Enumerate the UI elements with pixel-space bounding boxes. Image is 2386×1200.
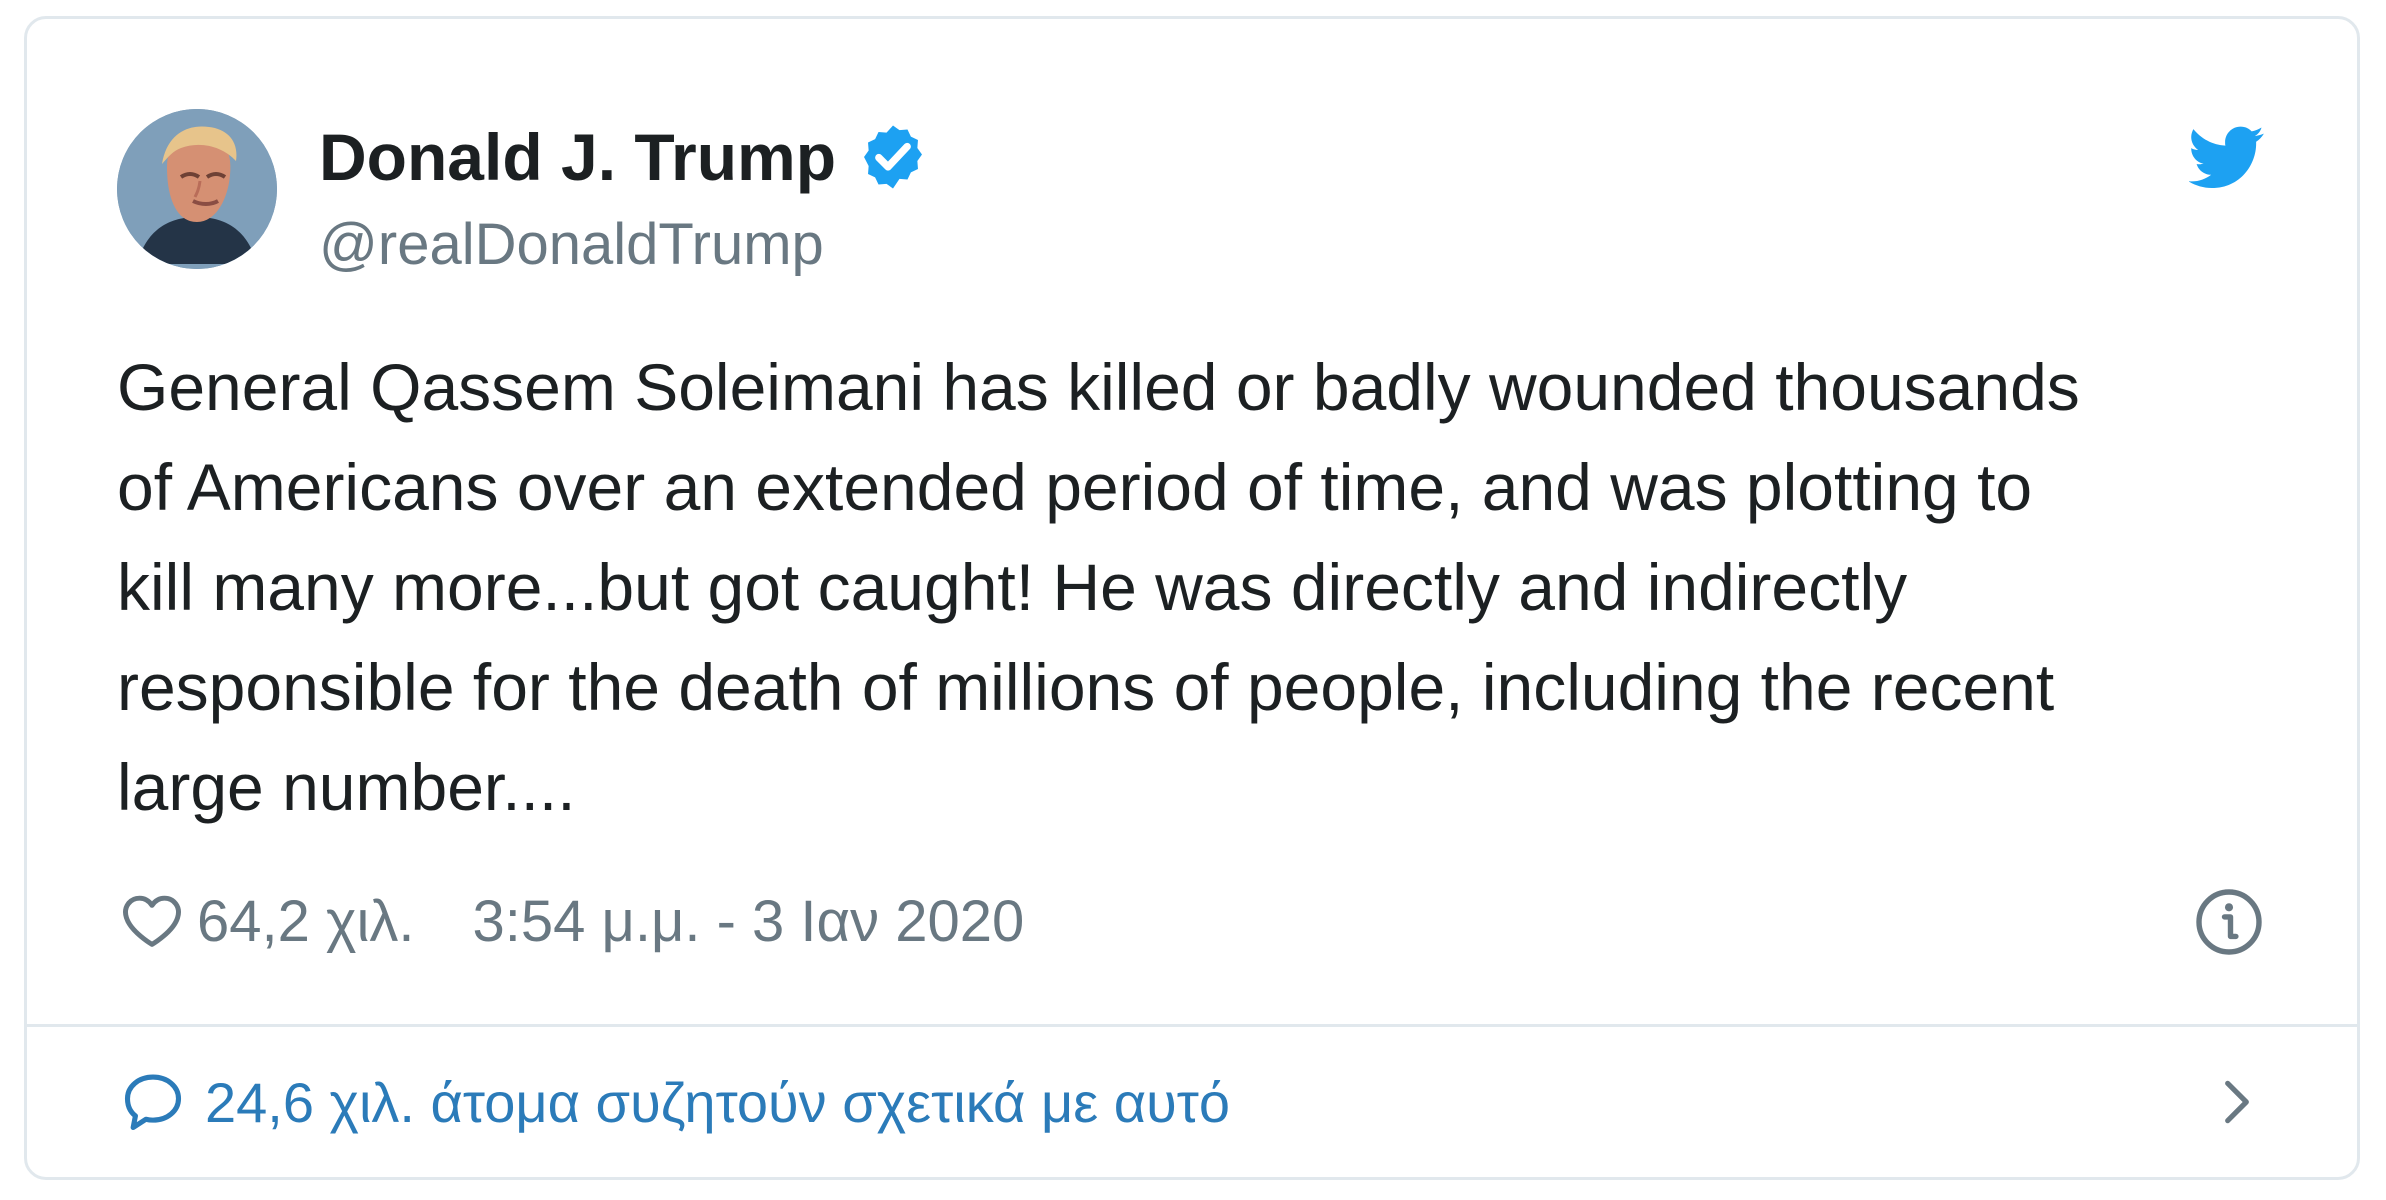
avatar[interactable] (117, 109, 277, 269)
twitter-bird-icon[interactable] (2189, 119, 2265, 195)
tweet-meta: 64,2 χιλ. 3:54 μ.μ. - 3 Ιαν 2020 (119, 881, 2265, 961)
author-line: Donald J. Trump (319, 117, 930, 197)
like-count[interactable]: 64,2 χιλ. (197, 888, 414, 955)
heart-icon[interactable] (119, 888, 185, 954)
reply-bubble-icon[interactable] (119, 1068, 187, 1136)
tweet-timestamp[interactable]: 3:54 μ.μ. - 3 Ιαν 2020 (472, 888, 1024, 955)
discussion-link[interactable]: 24,6 χιλ. άτομα συζητούν σχετικά με αυτό (27, 1027, 2357, 1177)
author-name[interactable]: Donald J. Trump (319, 117, 836, 197)
discussion-text[interactable]: 24,6 χιλ. άτομα συζητούν σχετικά με αυτό (205, 1070, 1230, 1135)
verified-badge-icon (864, 125, 923, 189)
author-handle[interactable]: @realDonaldTrump (319, 211, 824, 279)
tweet-text: General Qassem Soleimani has killed or b… (117, 350, 2080, 824)
tweet-card[interactable]: Donald J. Trump @realDonaldTrump General… (24, 16, 2360, 1180)
chevron-right-icon[interactable] (2209, 1074, 2265, 1130)
info-icon[interactable] (2193, 886, 2265, 958)
